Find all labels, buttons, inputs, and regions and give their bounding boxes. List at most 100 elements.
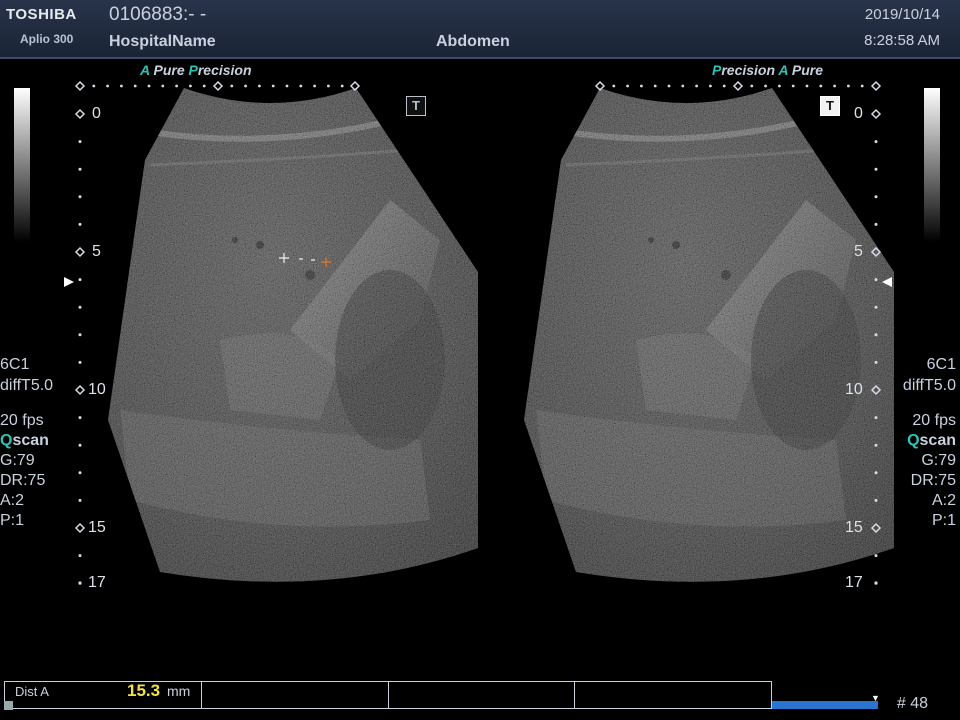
scale-dot: [299, 84, 303, 88]
scale-dot: [78, 443, 82, 447]
scale-dot: [612, 84, 616, 88]
scale-dot: [874, 416, 878, 420]
ultrasound-image-left: [108, 88, 478, 582]
ultrasound-dual-view: [64, 80, 894, 585]
param-probe: 6C1: [926, 356, 956, 373]
qscan-word: scan: [919, 432, 956, 449]
ultrasound-image-right: [524, 88, 894, 582]
scale-dot: [778, 84, 781, 88]
triangle-right-icon: [64, 277, 74, 287]
scale-dot: [874, 360, 878, 364]
scale-dot: [709, 84, 712, 88]
scale-dot: [133, 84, 137, 88]
scale-dot: [78, 471, 82, 475]
scale-dot: [78, 278, 82, 282]
scale-dot: [874, 471, 878, 475]
scale-dot: [874, 443, 878, 447]
scale-dot: [874, 554, 878, 558]
scale-dot: [313, 84, 316, 88]
measurement-unit: mm: [167, 683, 191, 699]
scale-dot: [874, 195, 878, 199]
param-p: P:1: [0, 512, 25, 529]
scale-dot: [78, 222, 82, 226]
scale-dot: [819, 84, 823, 88]
top-scale-dots: [92, 84, 864, 88]
measurement-cell-empty[interactable]: [389, 682, 576, 708]
param-mode: diffT5.0: [0, 377, 54, 394]
param-fps: 20 fps: [0, 412, 44, 429]
scale-dot: [860, 84, 864, 88]
scale-dot: [340, 84, 344, 88]
depth-label-left-17: 17: [88, 574, 106, 591]
top-scale-diamonds: [74, 80, 882, 92]
measurement-value: 15.3: [127, 681, 161, 700]
scale-dot: [78, 305, 82, 309]
qscan-letter: Q: [0, 432, 13, 449]
scale-dot: [258, 84, 261, 88]
scale-dot: [764, 84, 767, 88]
measurement-cell-empty[interactable]: [202, 682, 389, 708]
measurement-cell[interactable]: Dist A 15.3 mm: [5, 681, 202, 708]
t-marker-icon-left[interactable]: T: [406, 96, 426, 116]
param-a: A:2: [0, 492, 25, 509]
params-panel-left: 6C1 diffT5.0 20 fps Qscan G:79 DR:75 A:2…: [0, 354, 53, 531]
scale-dot: [874, 305, 878, 309]
scale-dot: [78, 498, 82, 502]
param-qscan: Qscan: [0, 431, 53, 451]
measurement-cell-empty[interactable]: [575, 682, 771, 708]
scale-dot: [285, 84, 289, 88]
t-marker-icon-right[interactable]: T: [820, 96, 840, 116]
param-dr: DR:75: [0, 472, 46, 489]
scale-dot: [78, 195, 82, 199]
scale-dot: [244, 84, 248, 88]
params-panel-right: 6C1 diffT5.0 20 fps Qscan G:79 DR:75 A:2…: [903, 354, 956, 531]
scale-dot: [78, 140, 82, 144]
depth-label-left-15: 15: [88, 519, 106, 536]
scale-dot: [695, 84, 698, 88]
cine-marker-icon[interactable]: ▼: [871, 693, 880, 703]
scale-dot: [653, 84, 657, 88]
scale-dot: [640, 84, 643, 88]
param-qscan: Qscan: [903, 431, 956, 451]
frame-number: # 48: [896, 695, 928, 712]
scale-dot: [147, 84, 151, 88]
scale-dot: [92, 84, 96, 88]
depth-label-right-5: 5: [854, 243, 863, 260]
depth-label-right-10: 10: [845, 381, 863, 398]
scale-dot: [78, 581, 82, 585]
status-square: [4, 701, 13, 710]
scale-dot: [78, 333, 82, 337]
scale-dot: [175, 84, 179, 88]
scale-dot: [78, 554, 82, 558]
depth-label-right-17: 17: [845, 574, 863, 591]
scale-dot: [874, 333, 878, 337]
scale-dot: [327, 84, 330, 88]
scale-dot: [722, 84, 726, 88]
scale-dot: [874, 581, 878, 585]
depth-label-left-10: 10: [88, 381, 106, 398]
scale-dot: [847, 84, 850, 88]
scale-dot: [189, 84, 192, 88]
scale-dot: [106, 84, 109, 88]
scale-dot: [874, 278, 878, 282]
qscan-word: scan: [12, 432, 49, 449]
param-mode: diffT5.0: [902, 377, 956, 394]
measurement-label: Dist A: [15, 684, 49, 699]
scale-dot: [78, 360, 82, 364]
depth-label-left-5: 5: [92, 243, 101, 260]
param-gain: G:79: [921, 452, 956, 469]
scale-dot: [874, 498, 878, 502]
scale-dot: [202, 84, 206, 88]
scale-dot: [791, 84, 795, 88]
scale-dot: [230, 84, 234, 88]
param-fps: 20 fps: [912, 412, 956, 429]
scale-dot: [271, 84, 275, 88]
scale-dot: [78, 167, 82, 171]
scale-dot: [78, 416, 82, 420]
scale-dot: [750, 84, 754, 88]
depth-label-left-0: 0: [92, 105, 101, 122]
qscan-letter: Q: [907, 432, 920, 449]
scale-dot: [120, 84, 123, 88]
cine-progress-bar[interactable]: [772, 701, 878, 709]
depth-scale-dots-left: [78, 140, 82, 585]
